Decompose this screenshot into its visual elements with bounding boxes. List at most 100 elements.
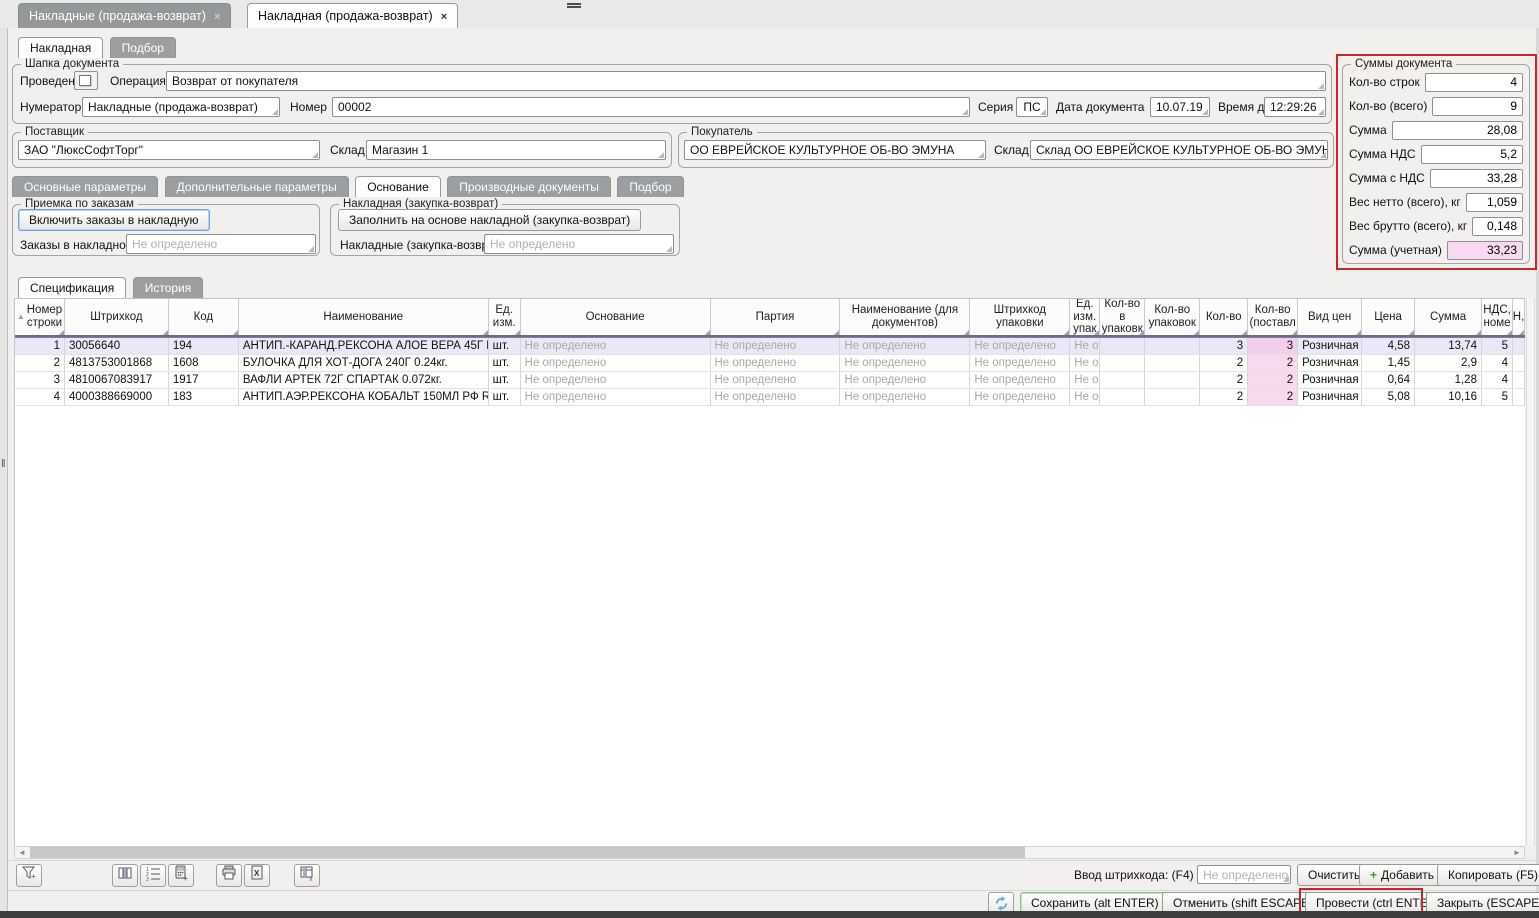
column-header-19[interactable]: Н,: [1513, 299, 1525, 335]
table-cell[interactable]: 4810067083917: [65, 372, 169, 388]
sum-value-field[interactable]: 28,08: [1392, 121, 1523, 140]
column-header-11[interactable]: Кол-во в упаковк: [1100, 299, 1145, 335]
close-tab-icon[interactable]: ×: [441, 11, 447, 23]
table-cell[interactable]: [1145, 338, 1200, 354]
table-cell[interactable]: 5: [1482, 338, 1513, 354]
calculator-add-button[interactable]: +: [168, 864, 194, 887]
column-header-5[interactable]: Ед. изм.: [489, 299, 521, 335]
horizontal-scrollbar[interactable]: ◄ ►: [14, 846, 1525, 859]
table-cell[interactable]: 4,58: [1362, 338, 1415, 354]
table-cell[interactable]: 1: [15, 338, 65, 354]
table-cell[interactable]: Не определено: [840, 338, 970, 354]
tab-main-params[interactable]: Основные параметры: [12, 176, 158, 197]
tab-podbor[interactable]: Подбор: [110, 37, 176, 58]
vertical-scrollbar[interactable]: [1526, 298, 1535, 846]
tab-podbor-2[interactable]: Подбор: [617, 176, 683, 197]
sum-value-field[interactable]: 0,148: [1472, 217, 1523, 236]
table-cell[interactable]: [1100, 372, 1145, 388]
table-cell[interactable]: 1,28: [1415, 372, 1482, 388]
tab-derived-docs[interactable]: Производные документы: [447, 176, 611, 197]
table-cell[interactable]: 4: [1482, 355, 1513, 371]
table-cell[interactable]: 3: [15, 372, 65, 388]
tab-history[interactable]: История: [133, 277, 204, 298]
table-cell[interactable]: Не определено: [711, 355, 841, 371]
table-cell[interactable]: шт.: [489, 338, 521, 354]
table-cell[interactable]: Не определено: [521, 338, 711, 354]
column-header-8[interactable]: Наименование (для документов): [840, 299, 970, 335]
table-cell[interactable]: Не определено: [970, 389, 1070, 405]
table-cell[interactable]: [1100, 389, 1145, 405]
tab-nakladnaya[interactable]: Накладная: [18, 37, 103, 58]
table-cell[interactable]: 5: [1482, 389, 1513, 405]
table-cell[interactable]: Не определено: [840, 372, 970, 388]
supplier-field[interactable]: ЗАО "ЛюксСофтТорг": [18, 140, 320, 160]
table-cell[interactable]: 2: [1248, 389, 1298, 405]
table-cell[interactable]: 194: [169, 338, 239, 354]
excel-export-button[interactable]: X: [244, 864, 270, 887]
table-cell[interactable]: Не определено: [711, 389, 841, 405]
copy-button[interactable]: Копировать (F5): [1437, 864, 1539, 886]
table-cell[interactable]: [1513, 372, 1525, 388]
fill-from-purchase-button[interactable]: Заполнить на основе накладной (закупка-в…: [338, 209, 641, 231]
table-cell[interactable]: Розничная (р: [1298, 389, 1362, 405]
sum-value-field[interactable]: 33,23: [1447, 241, 1523, 260]
date-field[interactable]: 10.07.19: [1150, 97, 1210, 117]
table-cell[interactable]: Не о: [1070, 338, 1100, 354]
table-cell[interactable]: 2: [1200, 355, 1248, 371]
sum-value-field[interactable]: 4: [1425, 73, 1523, 92]
table-cell[interactable]: Розничная (р: [1298, 355, 1362, 371]
table-cell[interactable]: [1513, 355, 1525, 371]
column-header-12[interactable]: Кол-во упаковок: [1145, 299, 1200, 335]
table-cell[interactable]: Не о: [1070, 389, 1100, 405]
table-cell[interactable]: 5,08: [1362, 389, 1415, 405]
column-header-14[interactable]: Кол-во (поставл: [1248, 299, 1298, 335]
table-cell[interactable]: Не определено: [711, 372, 841, 388]
table-cell[interactable]: Не определено: [970, 372, 1070, 388]
table-cell[interactable]: Не о: [1070, 355, 1100, 371]
numerator-field[interactable]: Накладные (продажа-возврат): [82, 97, 280, 117]
add-button[interactable]: +Добавить: [1359, 864, 1445, 886]
table-cell[interactable]: Не определено: [521, 389, 711, 405]
column-header-1[interactable]: ▲Номер строки: [15, 299, 65, 335]
table-cell[interactable]: Не определено: [711, 338, 841, 354]
side-splitter[interactable]: ‖: [0, 28, 8, 911]
table-row[interactable]: 248137530018681608БУЛОЧКА ДЛЯ ХОТ-ДОГА 2…: [15, 355, 1525, 372]
barcode-input[interactable]: Не определено: [1197, 865, 1291, 884]
column-header-15[interactable]: Вид цен: [1298, 299, 1362, 335]
splitter-grip-icon[interactable]: ‖: [1, 458, 6, 470]
purchase-field[interactable]: Не определено: [484, 234, 674, 254]
table-cell[interactable]: 0,64: [1362, 372, 1415, 388]
table-cell[interactable]: Не определено: [521, 372, 711, 388]
table-cell[interactable]: БУЛОЧКА ДЛЯ ХОТ-ДОГА 240Г 0.24кг.: [239, 355, 489, 371]
table-row[interactable]: 130056640194АНТИП.-КАРАНД.РЕКСОНА АЛОЕ В…: [15, 337, 1525, 355]
table-cell[interactable]: шт.: [489, 389, 521, 405]
number-field[interactable]: 00002: [332, 97, 970, 117]
tab-osnovanie[interactable]: Основание: [355, 176, 441, 197]
table-cell[interactable]: Розничная (р: [1298, 338, 1362, 354]
buyer-warehouse-field[interactable]: Склад ОО ЕВРЕЙСКОЕ КУЛЬТУРНОЕ ОБ-ВО ЭМУН…: [1030, 140, 1328, 160]
table-cell[interactable]: 2: [1248, 355, 1298, 371]
tab-specification[interactable]: Спецификация: [18, 277, 126, 298]
orders-field[interactable]: Не определено: [126, 234, 316, 254]
sum-value-field[interactable]: 33,28: [1430, 169, 1523, 188]
column-header-3[interactable]: Код: [169, 299, 239, 335]
buyer-field[interactable]: ОО ЕВРЕЙСКОЕ КУЛЬТУРНОЕ ОБ-ВО ЭМУНА: [684, 140, 986, 160]
grid-settings-button[interactable]: x: [294, 864, 320, 887]
table-cell[interactable]: 1917: [169, 372, 239, 388]
table-row[interactable]: 348100670839171917ВАФЛИ АРТЕК 72Г СПАРТА…: [15, 372, 1525, 389]
table-cell[interactable]: 2: [1200, 389, 1248, 405]
scrollbar-thumb[interactable]: [30, 847, 1025, 858]
table-cell[interactable]: 4: [1482, 372, 1513, 388]
column-header-16[interactable]: Цена: [1362, 299, 1415, 335]
table-cell[interactable]: Розничная (р: [1298, 372, 1362, 388]
table-cell[interactable]: 10,16: [1415, 389, 1482, 405]
column-header-6[interactable]: Основание: [521, 299, 711, 335]
table-columns-button[interactable]: [112, 864, 138, 887]
table-cell[interactable]: 183: [169, 389, 239, 405]
include-orders-button[interactable]: Включить заказы в накладную: [18, 209, 210, 231]
table-cell[interactable]: АНТИП.-КАРАНД.РЕКСОНА АЛОЕ ВЕРА 45Г REX: [239, 338, 489, 354]
table-cell[interactable]: [1100, 338, 1145, 354]
series-field[interactable]: ПС: [1016, 97, 1048, 117]
table-cell[interactable]: Не определено: [840, 389, 970, 405]
table-cell[interactable]: 4: [15, 389, 65, 405]
